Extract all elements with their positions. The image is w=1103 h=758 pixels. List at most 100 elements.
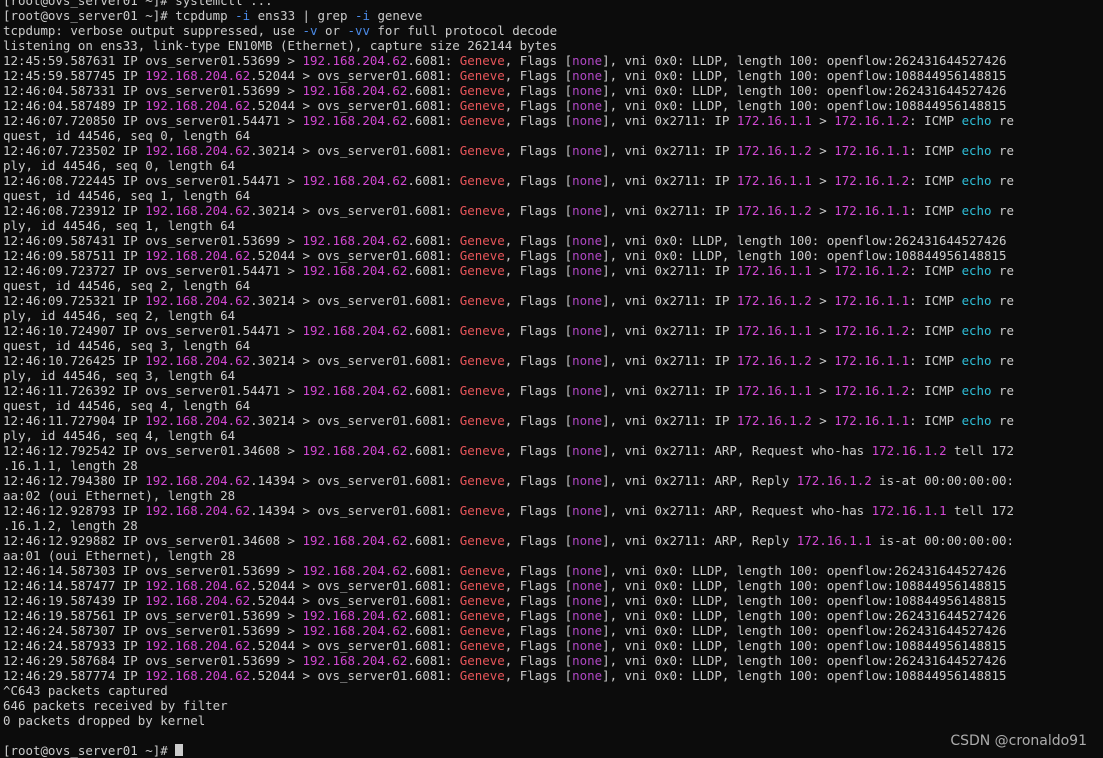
highlighted-text: none: [572, 668, 603, 683]
line-text: ], vni 0x2711: ARP, Request who-has: [602, 443, 872, 458]
line-text: >: [811, 203, 835, 218]
line-text: ply, id 44546, seq 2, length 64: [3, 308, 236, 323]
highlighted-text: none: [572, 578, 603, 593]
highlighted-text: 192.168.204.62: [145, 68, 251, 83]
line-text: ], vni 0x0: LLDP, length 100: openflow:2…: [602, 233, 1007, 248]
line-text: , Flags [: [504, 353, 573, 368]
line-text: , Flags [: [504, 413, 573, 428]
line-text: aa:02 (oui Ethernet), length 28: [3, 488, 236, 503]
terminal-line: 12:46:09.725321 IP 192.168.204.62.30214 …: [3, 293, 1101, 308]
highlighted-text: 172.16.1.2: [834, 113, 910, 128]
line-text: ], vni 0x0: LLDP, length 100: openflow:2…: [602, 83, 1007, 98]
line-text: .6081:: [407, 53, 460, 68]
line-text: .52044 > ovs_server01.6081:: [250, 98, 460, 113]
line-text: .6081:: [407, 563, 460, 578]
highlighted-text: 172.16.1.2: [736, 413, 812, 428]
terminal-line: [root@ovs_server01 ~]#: [3, 743, 1101, 758]
line-text: 12:46:08.722445 IP ovs_server01.54471 >: [3, 173, 303, 188]
terminal-line: 12:46:29.587684 IP ovs_server01.53699 > …: [3, 653, 1101, 668]
terminal-line: 12:46:11.726392 IP ovs_server01.54471 > …: [3, 383, 1101, 398]
line-text: quest, id 44546, seq 4, length 64: [3, 398, 251, 413]
line-text: ], vni 0x2711: IP: [602, 113, 737, 128]
line-text: , Flags [: [504, 533, 573, 548]
line-text: [root@ovs_server01 ~]# systemctl ...: [3, 0, 273, 8]
line-text: 12:46:19.587561 IP ovs_server01.53699 >: [3, 608, 303, 623]
highlighted-text: Geneve: [459, 563, 505, 578]
line-text: ], vni 0x2711: IP: [602, 383, 737, 398]
highlighted-text: 192.168.204.62: [302, 383, 408, 398]
terminal-line: aa:01 (oui Ethernet), length 28: [3, 548, 1101, 563]
terminal-line: 12:46:11.727904 IP 192.168.204.62.30214 …: [3, 413, 1101, 428]
line-text: ], vni 0x2711: IP: [602, 293, 737, 308]
line-text: 12:46:11.727904 IP: [3, 413, 146, 428]
line-text: : ICMP: [909, 323, 962, 338]
highlighted-text: none: [572, 263, 603, 278]
line-text: , Flags [: [504, 473, 573, 488]
highlighted-text: Geneve: [459, 263, 505, 278]
line-text: ens33 | grep: [250, 8, 355, 23]
highlighted-text: none: [572, 443, 603, 458]
highlighted-text: Geneve: [459, 503, 505, 518]
highlighted-text: none: [572, 623, 603, 638]
line-text: re: [991, 413, 1014, 428]
terminal-line: [root@ovs_server01 ~]# tcpdump -i ens33 …: [3, 8, 1101, 23]
line-text: listening on ens33, link-type EN10MB (Et…: [3, 38, 558, 53]
highlighted-text: 172.16.1.2: [871, 443, 947, 458]
line-text: tell 172: [946, 503, 1014, 518]
highlighted-text: none: [572, 563, 603, 578]
terminal-line: .16.1.1, length 28: [3, 458, 1101, 473]
line-text: ], vni 0x0: LLDP, length 100: openflow:1…: [602, 668, 1007, 683]
terminal-line: 12:46:12.929882 IP ovs_server01.34608 > …: [3, 533, 1101, 548]
highlighted-text: 192.168.204.62: [302, 608, 408, 623]
terminal-line: quest, id 44546, seq 2, length 64: [3, 278, 1101, 293]
line-text: quest, id 44546, seq 3, length 64: [3, 338, 251, 353]
line-text: quest, id 44546, seq 1, length 64: [3, 188, 251, 203]
highlighted-text: 192.168.204.62: [145, 203, 251, 218]
line-text: ply, id 44546, seq 3, length 64: [3, 368, 236, 383]
line-text: >: [811, 323, 835, 338]
highlighted-text: 192.168.204.62: [145, 668, 251, 683]
line-text: >: [811, 383, 835, 398]
line-text: 12:45:59.587631 IP ovs_server01.53699 >: [3, 53, 303, 68]
line-text: >: [811, 263, 835, 278]
line-text: for full protocol decode: [369, 23, 558, 38]
terminal-line: 646 packets received by filter: [3, 698, 1101, 713]
line-text: , Flags [: [504, 383, 573, 398]
line-text: , Flags [: [504, 248, 573, 263]
line-text: 12:46:09.723727 IP ovs_server01.54471 >: [3, 263, 303, 278]
terminal-line: quest, id 44546, seq 4, length 64: [3, 398, 1101, 413]
terminal-line: 12:46:29.587774 IP 192.168.204.62.52044 …: [3, 668, 1101, 683]
highlighted-text: Geneve: [459, 323, 505, 338]
highlighted-text: none: [572, 173, 603, 188]
line-text: .6081:: [407, 443, 460, 458]
line-text: ], vni 0x0: LLDP, length 100: openflow:2…: [602, 608, 1007, 623]
line-text: , Flags [: [504, 323, 573, 338]
terminal-output[interactable]: [root@ovs_server01 ~]# systemctl ... [roo…: [3, 0, 1101, 758]
line-text: >: [811, 173, 835, 188]
highlighted-text: 172.16.1.2: [736, 143, 812, 158]
terminal-line: ply, id 44546, seq 1, length 64: [3, 218, 1101, 233]
line-text: 646 packets received by filter: [3, 698, 228, 713]
terminal-line: aa:02 (oui Ethernet), length 28: [3, 488, 1101, 503]
highlighted-text: echo: [961, 323, 992, 338]
line-text: , Flags [: [504, 293, 573, 308]
line-text: , Flags [: [504, 263, 573, 278]
line-text: 12:46:12.792542 IP ovs_server01.34608 >: [3, 443, 303, 458]
terminal-line: 12:46:24.587307 IP ovs_server01.53699 > …: [3, 623, 1101, 638]
line-text: is-at 00:00:00:00:: [871, 533, 1014, 548]
highlighted-text: 172.16.1.1: [736, 383, 812, 398]
highlighted-text: -i: [235, 8, 251, 23]
line-text: , Flags [: [504, 563, 573, 578]
highlighted-text: Geneve: [459, 638, 505, 653]
terminal-line: 12:46:07.720850 IP ovs_server01.54471 > …: [3, 113, 1101, 128]
highlighted-text: 192.168.204.62: [145, 143, 251, 158]
highlighted-text: Geneve: [459, 173, 505, 188]
highlighted-text: Geneve: [459, 578, 505, 593]
line-text: ], vni 0x2711: IP: [602, 203, 737, 218]
highlighted-text: 172.16.1.1: [871, 503, 947, 518]
line-text: >: [811, 113, 835, 128]
line-text: 12:46:11.726392 IP ovs_server01.54471 >: [3, 383, 303, 398]
highlighted-text: Geneve: [459, 143, 505, 158]
highlighted-text: none: [572, 413, 603, 428]
line-text: ply, id 44546, seq 0, length 64: [3, 158, 236, 173]
